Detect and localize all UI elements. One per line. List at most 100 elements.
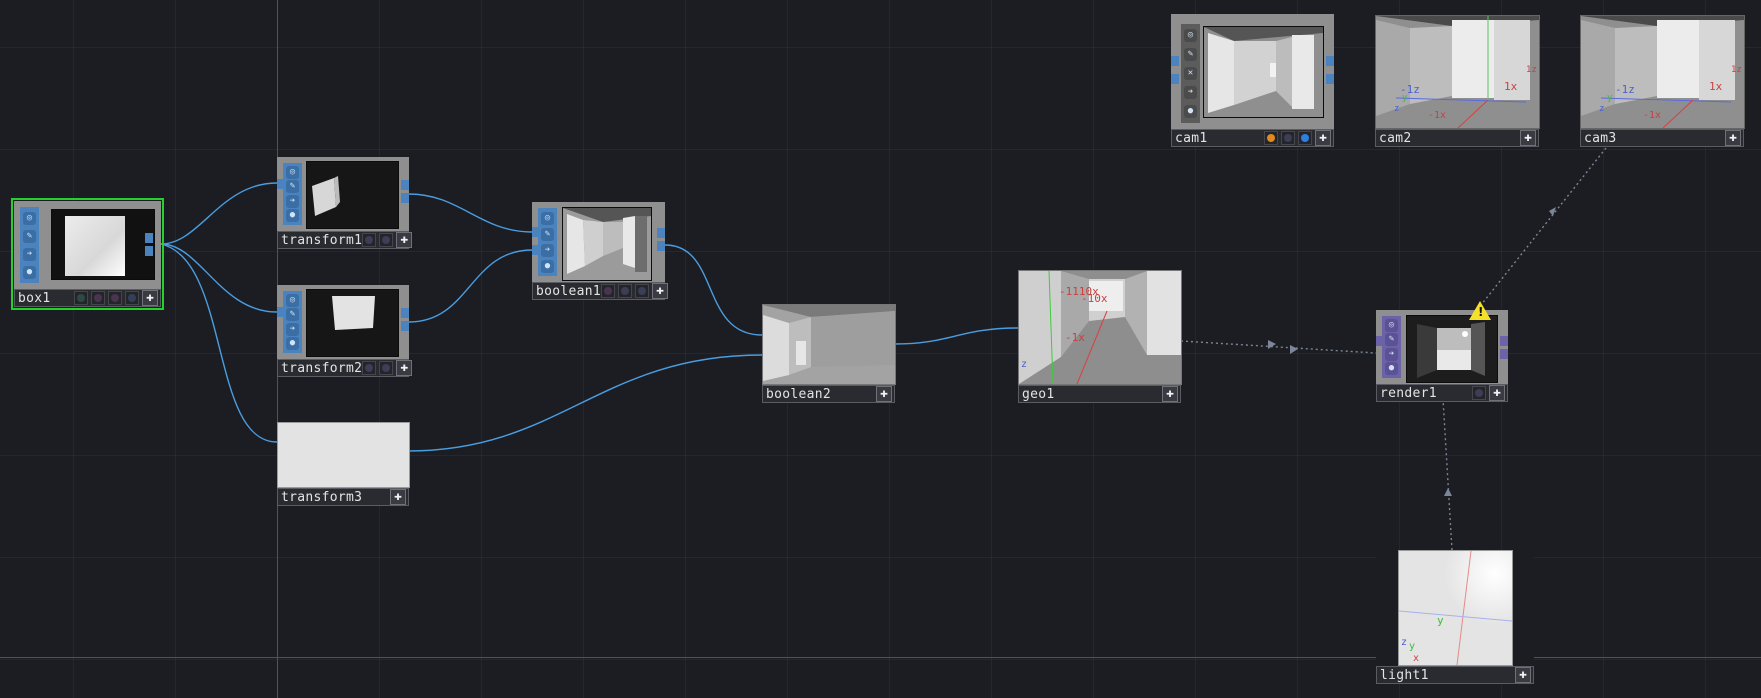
- network-editor-canvas[interactable]: ◎ ✎ ➔ ● box1 ✚ ◎ ✎ ➔ ● transform1 ✚ ◎ ✎ …: [0, 0, 1761, 698]
- flag-render[interactable]: [91, 291, 105, 305]
- node-boolean1-label[interactable]: boolean1: [533, 284, 601, 299]
- bypass-icon[interactable]: ●: [286, 209, 299, 223]
- node-cam3-plus-button[interactable]: ✚: [1725, 130, 1741, 146]
- node-light1-label[interactable]: light1: [1377, 668, 1515, 683]
- node-cam3-label[interactable]: cam3: [1581, 131, 1725, 146]
- node-boolean2[interactable]: boolean2 ✚: [762, 304, 896, 403]
- node-transform3-label[interactable]: transform3: [278, 490, 390, 505]
- bypass-icon[interactable]: ●: [23, 265, 36, 279]
- node-boolean2-label[interactable]: boolean2: [763, 387, 876, 402]
- flag-display[interactable]: [74, 291, 88, 305]
- node-cam1-output[interactable]: [1326, 56, 1334, 66]
- node-box1-output-2[interactable]: [145, 246, 153, 256]
- viewer-toggle-icon[interactable]: ◎: [541, 211, 554, 225]
- node-light1-plus-button[interactable]: ✚: [1515, 667, 1531, 683]
- node-boolean1-input-1[interactable]: [532, 227, 540, 237]
- node-render1[interactable]: ◎ ✎ ➔ ● render1 ✚ !: [1376, 301, 1508, 402]
- node-transform1-output-2[interactable]: [401, 193, 409, 203]
- flag-viewer[interactable]: [1472, 386, 1486, 400]
- flag-bypass[interactable]: [635, 284, 650, 298]
- node-transform2-label[interactable]: transform2: [278, 361, 362, 376]
- flag-bypass[interactable]: [379, 233, 394, 247]
- viewer-toggle-icon[interactable]: ◎: [286, 165, 299, 179]
- node-transform1-output[interactable]: [401, 180, 409, 190]
- node-box1-output[interactable]: [145, 233, 153, 243]
- flag-template[interactable]: [601, 284, 616, 298]
- node-cam1-output-2[interactable]: [1326, 74, 1334, 84]
- flag-template[interactable]: [1281, 131, 1295, 145]
- node-cam1-input[interactable]: [1171, 56, 1179, 66]
- node-render1-output-2[interactable]: [1500, 349, 1508, 359]
- node-box1-plus-button[interactable]: ✚: [142, 290, 158, 306]
- node-cam2[interactable]: -1z 1x 1z -1x z y cam2 ✚: [1375, 15, 1540, 147]
- node-transform1-input[interactable]: [277, 179, 285, 189]
- arrow-right-icon[interactable]: ➔: [286, 194, 299, 208]
- node-render1-label[interactable]: render1: [1377, 386, 1472, 401]
- bypass-icon[interactable]: ●: [541, 259, 554, 273]
- node-transform3[interactable]: transform3 ✚: [277, 422, 410, 506]
- node-geo1[interactable]: -1110x -10x -1x z geo1 ✚: [1018, 270, 1182, 403]
- node-box1[interactable]: ◎ ✎ ➔ ● box1 ✚: [11, 198, 164, 310]
- viewer-toggle-icon[interactable]: ◎: [23, 211, 36, 225]
- node-cam2-footer: cam2 ✚: [1375, 129, 1539, 147]
- close-icon[interactable]: ✕: [1184, 67, 1197, 80]
- edit-icon[interactable]: ✎: [541, 227, 554, 241]
- cam2-axis-minus-1x: -1x: [1428, 110, 1446, 121]
- viewer-toggle-icon[interactable]: ◎: [1184, 29, 1197, 42]
- flag-display[interactable]: [1298, 131, 1312, 145]
- node-cam2-plus-button[interactable]: ✚: [1520, 130, 1536, 146]
- node-transform3-plus-button[interactable]: ✚: [390, 489, 406, 505]
- node-cam1[interactable]: ◎ ✎ ✕ ➔ ● cam1 ✚: [1171, 14, 1334, 147]
- flag-render[interactable]: [362, 361, 377, 375]
- node-transform2-input[interactable]: [277, 307, 285, 317]
- edit-icon[interactable]: ✎: [1184, 48, 1197, 61]
- arrow-right-icon[interactable]: ➔: [1184, 86, 1197, 99]
- node-boolean1[interactable]: ◎ ✎ ➔ ● boolean1 ✚: [532, 202, 669, 300]
- node-transform2[interactable]: ◎ ✎ ➔ ● transform2 ✚: [277, 285, 413, 377]
- node-geo1-label[interactable]: geo1: [1019, 387, 1162, 402]
- node-boolean1-output[interactable]: [657, 228, 665, 238]
- node-cam1-plus-button[interactable]: ✚: [1315, 130, 1331, 146]
- node-boolean1-input-2[interactable]: [532, 245, 540, 255]
- arrow-right-icon[interactable]: ➔: [541, 243, 554, 257]
- node-transform2-output[interactable]: [401, 308, 409, 318]
- edit-icon[interactable]: ✎: [286, 180, 299, 194]
- cam2-axis-1z: 1z: [1526, 65, 1537, 75]
- flag-bypass[interactable]: [125, 291, 139, 305]
- edit-icon[interactable]: ✎: [286, 308, 299, 322]
- edit-icon[interactable]: ✎: [23, 229, 36, 243]
- node-transform1-label[interactable]: transform1: [278, 233, 362, 248]
- bypass-icon[interactable]: ●: [286, 337, 299, 351]
- node-boolean1-plus-button[interactable]: ✚: [652, 283, 669, 299]
- arrow-right-icon[interactable]: ➔: [23, 247, 36, 261]
- node-transform1[interactable]: ◎ ✎ ➔ ● transform1 ✚: [277, 157, 413, 249]
- node-boolean1-output-2[interactable]: [657, 241, 665, 251]
- node-render1-output[interactable]: [1500, 336, 1508, 346]
- viewer-toggle-icon[interactable]: ◎: [286, 293, 299, 307]
- edit-icon[interactable]: ✎: [1385, 333, 1398, 347]
- flag-render[interactable]: [362, 233, 377, 247]
- flag-bypass[interactable]: [379, 361, 394, 375]
- flag-template[interactable]: [108, 291, 122, 305]
- arrow-right-icon[interactable]: ➔: [286, 322, 299, 336]
- node-transform2-output-2[interactable]: [401, 321, 409, 331]
- node-cam1-input-2[interactable]: [1171, 74, 1179, 84]
- node-transform1-plus-button[interactable]: ✚: [396, 232, 413, 248]
- flag-render[interactable]: [618, 284, 633, 298]
- viewer-toggle-icon[interactable]: ◎: [1385, 318, 1398, 332]
- node-box1-label[interactable]: box1: [15, 291, 74, 306]
- node-render1-plus-button[interactable]: ✚: [1489, 385, 1505, 401]
- node-geo1-plus-button[interactable]: ✚: [1162, 386, 1178, 402]
- flag-orange[interactable]: [1264, 131, 1278, 145]
- arrow-right-icon[interactable]: ➔: [1385, 347, 1398, 361]
- node-cam1-viewer: [1203, 26, 1324, 118]
- node-cam2-label[interactable]: cam2: [1376, 131, 1520, 146]
- bypass-icon[interactable]: ●: [1184, 105, 1197, 118]
- bypass-icon[interactable]: ●: [1385, 362, 1398, 376]
- node-transform2-plus-button[interactable]: ✚: [396, 360, 413, 376]
- node-cam3[interactable]: -1z 1x 1z -1x z y cam3 ✚: [1580, 15, 1745, 147]
- node-render1-input[interactable]: [1376, 336, 1384, 346]
- node-light1[interactable]: y z y x light1 ✚: [1376, 550, 1534, 684]
- node-boolean2-plus-button[interactable]: ✚: [876, 386, 892, 402]
- node-cam1-label[interactable]: cam1: [1172, 131, 1264, 146]
